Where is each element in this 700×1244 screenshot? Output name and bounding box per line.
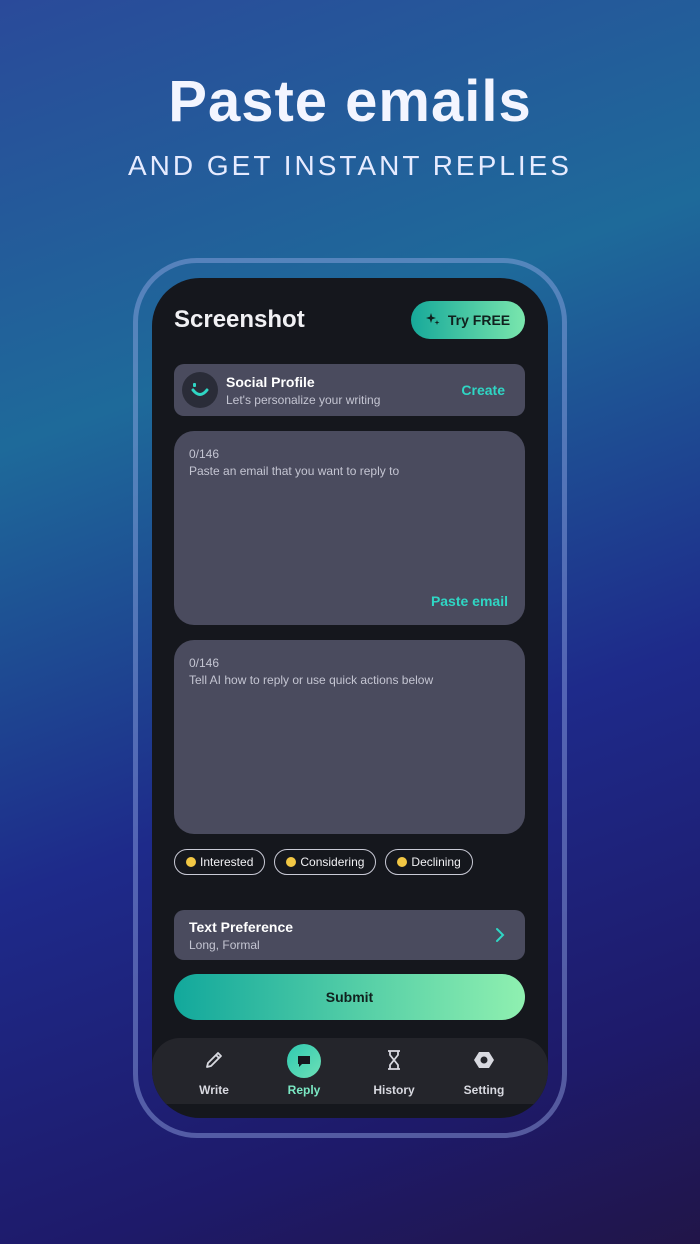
tab-reply[interactable]: Reply	[264, 1038, 344, 1104]
app-screen: Screenshot Try FREE Social Profile Let's…	[152, 278, 548, 1118]
social-profile-subtitle: Let's personalize your writing	[226, 393, 381, 407]
emoji-icon	[397, 857, 408, 867]
instruction-input[interactable]: 0/146 Tell AI how to reply or use quick …	[174, 640, 525, 834]
paste-email-button[interactable]: Paste email	[431, 593, 508, 609]
chip-label: Declining	[411, 855, 461, 869]
email-placeholder: Paste an email that you want to reply to	[189, 464, 400, 478]
page-title: Screenshot	[174, 306, 305, 333]
social-profile-title: Social Profile	[226, 374, 315, 390]
promo-headline: Paste emails	[168, 69, 532, 134]
tab-history[interactable]: History	[354, 1038, 434, 1104]
quick-actions: Interested Considering Declining	[174, 849, 473, 875]
text-preference-value: Long, Formal	[189, 938, 260, 952]
sparkle-icon	[425, 312, 440, 329]
emoji-icon	[186, 857, 196, 867]
gear-icon	[472, 1048, 496, 1072]
chip-interested[interactable]: Interested	[174, 849, 266, 875]
hourglass-icon	[382, 1048, 406, 1072]
text-preference-title: Text Preference	[189, 919, 294, 935]
tab-write[interactable]: Write	[174, 1038, 254, 1104]
instruction-char-counter: 0/146	[189, 656, 220, 670]
text-preference-row[interactable]: Text Preference Long, Formal	[174, 910, 525, 960]
try-free-button[interactable]: Try FREE	[411, 301, 525, 339]
tab-setting[interactable]: Setting	[444, 1038, 524, 1104]
tab-label: Reply	[287, 1083, 321, 1097]
tab-label: History	[373, 1083, 415, 1097]
try-free-label: Try FREE	[447, 312, 511, 328]
submit-button[interactable]: Submit	[174, 974, 525, 1020]
instruction-placeholder: Tell AI how to reply or use quick action…	[189, 673, 434, 687]
chip-label: Considering	[300, 855, 365, 869]
chat-icon	[287, 1044, 321, 1078]
smiley-icon	[182, 372, 218, 408]
tab-label: Setting	[463, 1083, 505, 1097]
pencil-icon	[202, 1048, 226, 1072]
create-profile-button[interactable]: Create	[461, 382, 505, 398]
chevron-right-icon	[495, 927, 505, 948]
email-input[interactable]: 0/146 Paste an email that you want to re…	[174, 431, 525, 625]
emoji-icon	[286, 857, 297, 867]
bottom-tab-bar: Write Reply History Setting	[152, 1038, 548, 1104]
chip-considering[interactable]: Considering	[274, 849, 377, 875]
promo-subheadline: AND GET INSTANT REPLIES	[128, 150, 572, 181]
chip-label: Interested	[200, 855, 254, 869]
email-char-counter: 0/146	[189, 447, 220, 461]
tab-label: Write	[199, 1083, 229, 1097]
social-profile-card: Social Profile Let's personalize your wr…	[174, 364, 525, 416]
chip-declining[interactable]: Declining	[385, 849, 473, 875]
